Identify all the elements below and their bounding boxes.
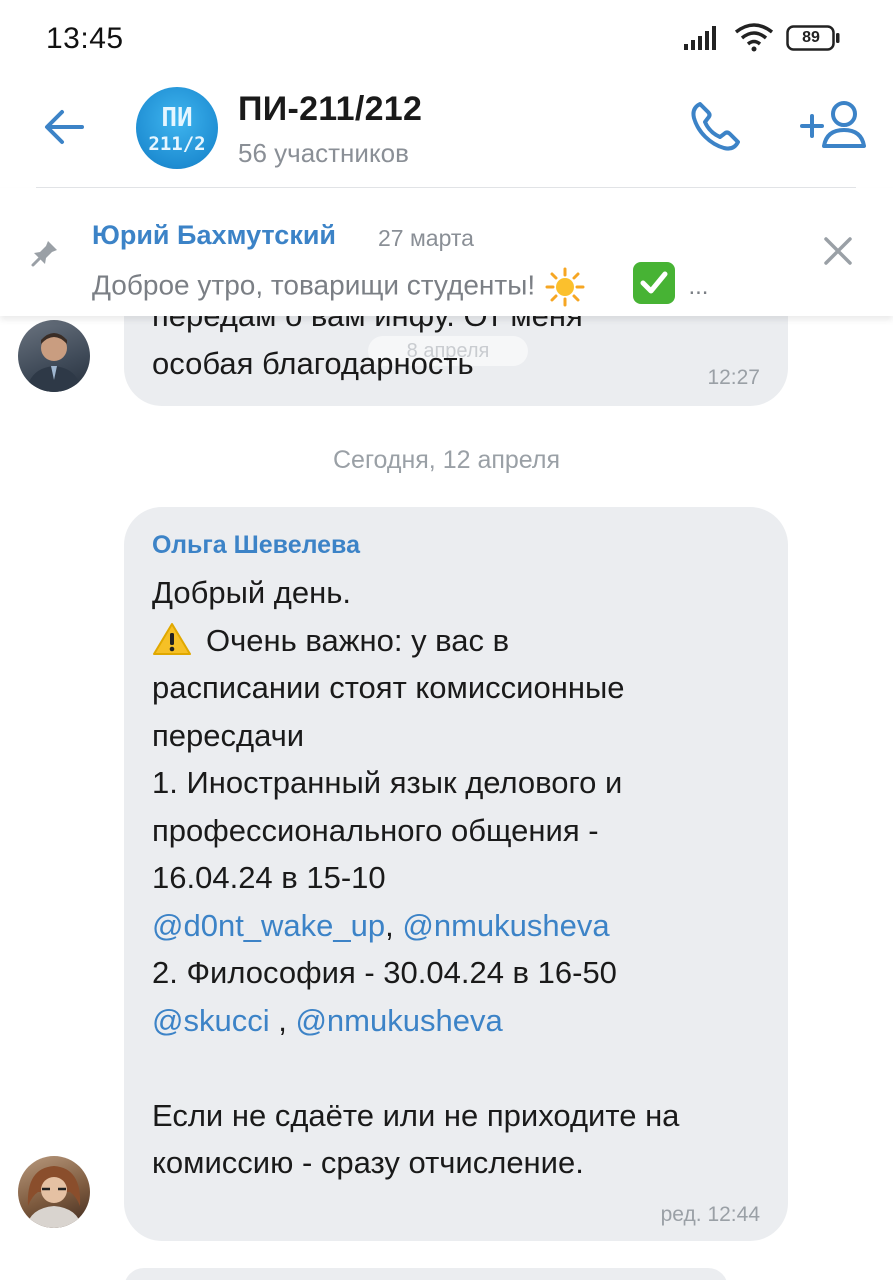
avatar-text-top: ПИ — [161, 103, 193, 133]
chat-header: ПИ 211/2 ПИ-211/212 56 участников — [0, 80, 893, 190]
message-line: пересдачи — [152, 717, 305, 753]
mention-link[interactable]: @nmukusheva — [295, 1003, 502, 1038]
mention-link[interactable]: @d0nt_wake_up — [152, 908, 385, 943]
message-line: 16.04.24 в 15-10 — [152, 860, 386, 895]
battery-icon: 89 — [786, 25, 840, 51]
message-bubble[interactable]: Ольга Шевелева Добрый день. Очень важно:… — [124, 507, 788, 1241]
sender-name[interactable]: Ольга Шевелева — [152, 531, 360, 560]
add-user-icon[interactable] — [798, 96, 868, 156]
mention-separator: , — [385, 907, 403, 943]
wifi-icon — [734, 23, 774, 52]
avatar[interactable] — [18, 1156, 90, 1228]
message-line: Очень важно: у вас в — [152, 617, 772, 665]
pinned-message[interactable]: Юрий Бахмутский 27 марта Доброе утро, то… — [0, 188, 893, 316]
group-avatar[interactable]: ПИ 211/2 — [136, 87, 218, 169]
message-line: @d0nt_wake_up, @nmukusheva — [152, 902, 772, 950]
pinned-ellipsis: ... — [688, 273, 709, 301]
status-bar: 13:45 89 — [0, 0, 893, 80]
chat-title[interactable]: ПИ-211/212 — [238, 90, 422, 129]
avatar[interactable] — [18, 320, 90, 392]
person-photo-icon — [26, 333, 82, 392]
mention-link[interactable]: @skucci — [152, 1003, 270, 1038]
mention-separator: , — [269, 1002, 296, 1038]
check-icon — [632, 262, 675, 304]
pinned-author: Юрий Бахмутский — [92, 220, 337, 250]
pin-icon — [31, 241, 57, 267]
person-photo-icon — [26, 1166, 82, 1228]
pinned-date: 27 марта — [378, 225, 474, 251]
battery-level: 89 — [802, 29, 820, 46]
message-line: профессионального общения - — [152, 812, 599, 848]
phone-icon[interactable] — [686, 96, 746, 156]
member-count[interactable]: 56 участников — [238, 138, 409, 169]
message-text: Добрый день. Очень важно: у вас в распис… — [152, 569, 772, 1187]
arrow-left-icon[interactable] — [40, 102, 90, 152]
message-bubble[interactable] — [124, 1268, 728, 1280]
mention-link[interactable]: @nmukusheva — [402, 908, 609, 943]
message-line: расписании стоят комиссионные — [152, 670, 625, 705]
message-line: @skucci , @nmukusheva — [152, 997, 772, 1045]
message-time: ред. 12:44 — [660, 1203, 760, 1226]
status-time: 13:45 — [46, 22, 124, 55]
message-line-empty — [152, 1044, 772, 1092]
message-line-text: Очень важно: у вас в — [206, 622, 510, 658]
pinned-text: Доброе утро, товарищи студенты! — [92, 269, 536, 301]
close-icon[interactable] — [820, 233, 856, 269]
sun-icon — [545, 267, 585, 307]
message-line: Добрый день. — [152, 575, 352, 610]
message-line: Если не сдаёте или не приходите на — [152, 1097, 680, 1133]
message-line: 2. Философия - 30.04.24 в 16-50 — [152, 955, 617, 990]
message-time: 12:27 — [707, 366, 760, 389]
avatar-text-bottom: 211/2 — [148, 133, 206, 155]
warning-icon — [153, 622, 191, 655]
signal-icon — [684, 26, 716, 50]
pinned-preview: Доброе утро, товарищи студенты! ... — [92, 262, 709, 308]
message-text: особая благодарность — [152, 346, 474, 381]
message-line: комиссию - сразу отчисление. — [152, 1145, 584, 1180]
message-line: 1. Иностранный язык делового и — [152, 765, 623, 800]
date-separator: Сегодня, 12 апреля — [332, 446, 560, 474]
